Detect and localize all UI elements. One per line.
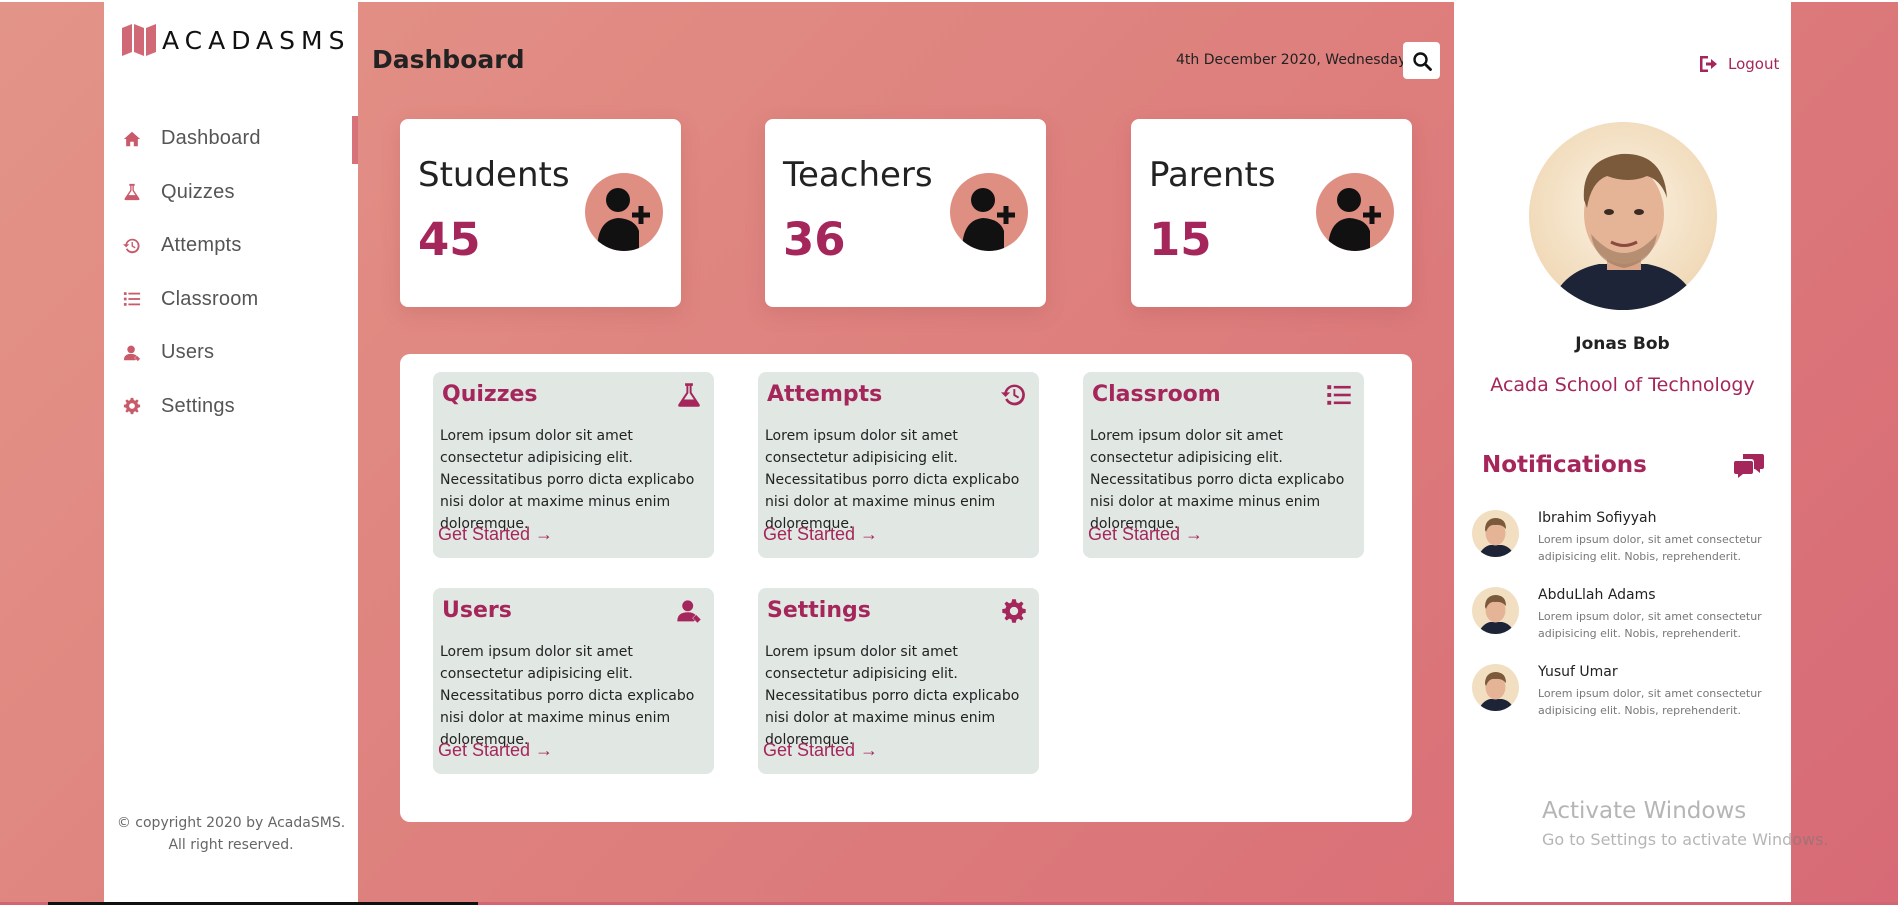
brand-name: ACADASMS xyxy=(162,25,351,55)
notification-text: Lorem ipsum dolor, sit amet consectetur … xyxy=(1538,533,1762,563)
stat-value: 36 xyxy=(783,213,846,266)
module-description: Lorem ipsum dolor sit amet consectetur a… xyxy=(765,644,1020,748)
add-user-icon xyxy=(1316,173,1394,251)
avatar xyxy=(1472,587,1519,634)
copyright-text: © copyright 2020 by AcadaSMS. All right … xyxy=(116,815,346,853)
sidebar-item-attempts[interactable]: Attempts xyxy=(104,219,358,273)
module-card-quizzes: Quizzes Lorem ipsum dolor sit amet conse… xyxy=(433,372,714,558)
sidebar-item-settings[interactable]: Settings xyxy=(104,380,358,434)
module-description: Lorem ipsum dolor sit amet consectetur a… xyxy=(440,644,695,748)
stat-label: Students xyxy=(418,155,570,195)
profile-avatar xyxy=(1529,122,1717,310)
sidebar-item-quizzes[interactable]: Quizzes xyxy=(104,166,358,220)
sidebar-item-label: Attempts xyxy=(161,234,242,257)
profile-school: Acada School of Technology xyxy=(1490,374,1755,396)
sidebar-item-label: Dashboard xyxy=(161,127,261,150)
flask-icon xyxy=(676,382,702,408)
get-started-link[interactable]: Get Started → xyxy=(438,524,553,545)
history-icon xyxy=(122,236,142,256)
avatar xyxy=(1472,664,1519,711)
module-title: Users xyxy=(442,598,512,623)
sidebar: ACADASMS Dashboard Quizzes Attempts Clas… xyxy=(104,2,358,902)
page-title: Dashboard xyxy=(372,45,525,74)
user-icon xyxy=(676,598,702,624)
notification-sender: Ibrahim Sofiyyah xyxy=(1538,510,1657,526)
list-icon xyxy=(1326,382,1352,408)
module-card-settings: Settings Lorem ipsum dolor sit amet cons… xyxy=(758,588,1039,774)
list-icon xyxy=(122,289,142,309)
notification-text: Lorem ipsum dolor, sit amet consectetur … xyxy=(1538,610,1762,640)
get-started-link[interactable]: Get Started → xyxy=(763,740,878,761)
sidebar-item-users[interactable]: Users xyxy=(104,326,358,380)
module-card-classroom: Classroom Lorem ipsum dolor sit amet con… xyxy=(1083,372,1364,558)
avatar xyxy=(1472,510,1519,557)
module-title: Quizzes xyxy=(442,382,538,407)
stat-value: 15 xyxy=(1149,213,1212,266)
home-icon xyxy=(122,129,142,149)
logout-icon xyxy=(1700,56,1717,72)
sidebar-nav: Dashboard Quizzes Attempts Classroom Use… xyxy=(104,112,358,433)
module-description: Lorem ipsum dolor sit amet consectetur a… xyxy=(440,428,695,532)
notification-sender: AbduLlah Adams xyxy=(1538,587,1656,603)
watermark-subtitle: Go to Settings to activate Windows. xyxy=(1542,830,1829,849)
stat-card-parents[interactable]: Parents 15 xyxy=(1131,119,1412,307)
profile-panel: Logout Jonas Bob Acada School of Technol… xyxy=(1454,2,1791,902)
modules-panel: Quizzes Lorem ipsum dolor sit amet conse… xyxy=(400,354,1412,822)
stat-label: Teachers xyxy=(783,155,933,195)
chat-bubbles-icon[interactable] xyxy=(1734,452,1764,480)
sidebar-item-dashboard[interactable]: Dashboard xyxy=(104,112,358,166)
activate-windows-watermark: Activate Windows Go to Settings to activ… xyxy=(1542,798,1829,849)
current-date: 4th December 2020, Wednesday xyxy=(1176,52,1407,68)
get-started-link[interactable]: Get Started → xyxy=(763,524,878,545)
stat-value: 45 xyxy=(418,213,481,266)
gear-icon xyxy=(122,396,142,416)
gear-icon xyxy=(1001,598,1027,624)
module-title: Settings xyxy=(767,598,871,623)
sidebar-item-label: Settings xyxy=(161,394,235,417)
flask-icon xyxy=(122,182,142,202)
module-description: Lorem ipsum dolor sit amet consectetur a… xyxy=(765,428,1020,532)
history-icon xyxy=(1001,382,1027,408)
notification-item[interactable]: AbduLlah Adams Lorem ipsum dolor, sit am… xyxy=(1472,587,1782,647)
notification-item[interactable]: Yusuf Umar Lorem ipsum dolor, sit amet c… xyxy=(1472,664,1782,724)
search-icon xyxy=(1412,51,1432,71)
module-card-users: Users Lorem ipsum dolor sit amet consect… xyxy=(433,588,714,774)
add-user-icon xyxy=(950,173,1028,251)
search-button[interactable] xyxy=(1403,42,1440,79)
user-icon xyxy=(122,343,142,363)
module-title: Classroom xyxy=(1092,382,1221,407)
get-started-link[interactable]: Get Started → xyxy=(1088,524,1203,545)
logout-button[interactable]: Logout xyxy=(1698,54,1779,74)
add-user-icon xyxy=(585,173,663,251)
notification-text: Lorem ipsum dolor, sit amet consectetur … xyxy=(1538,687,1762,717)
sidebar-item-classroom[interactable]: Classroom xyxy=(104,273,358,327)
stat-card-students[interactable]: Students 45 xyxy=(400,119,681,307)
module-card-attempts: Attempts Lorem ipsum dolor sit amet cons… xyxy=(758,372,1039,558)
module-description: Lorem ipsum dolor sit amet consectetur a… xyxy=(1090,428,1345,532)
notifications-title: Notifications xyxy=(1482,452,1647,478)
stat-card-teachers[interactable]: Teachers 36 xyxy=(765,119,1046,307)
brand-logo[interactable]: ACADASMS xyxy=(122,24,350,56)
profile-name: Jonas Bob xyxy=(1575,334,1670,354)
get-started-link[interactable]: Get Started → xyxy=(438,740,553,761)
watermark-title: Activate Windows xyxy=(1542,798,1747,824)
sidebar-item-label: Classroom xyxy=(161,287,259,310)
sidebar-item-label: Quizzes xyxy=(161,180,235,203)
sidebar-item-label: Users xyxy=(161,341,215,364)
notification-sender: Yusuf Umar xyxy=(1538,664,1618,680)
module-title: Attempts xyxy=(767,382,883,407)
notification-item[interactable]: Ibrahim Sofiyyah Lorem ipsum dolor, sit … xyxy=(1472,510,1782,570)
stat-label: Parents xyxy=(1149,155,1276,195)
logout-label: Logout xyxy=(1728,55,1780,73)
map-logo-icon xyxy=(122,24,156,56)
